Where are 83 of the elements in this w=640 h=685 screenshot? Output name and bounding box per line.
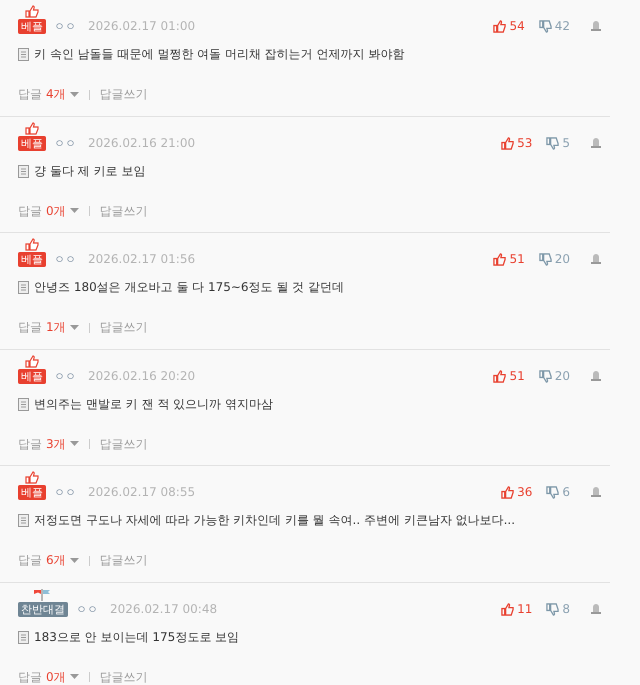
siren-icon[interactable] bbox=[590, 20, 602, 32]
dislike-button[interactable]: 6 bbox=[546, 485, 570, 500]
memo-icon bbox=[18, 164, 29, 178]
author-name[interactable]: ㅇㅇ bbox=[54, 485, 76, 500]
thumbs-up-icon bbox=[25, 238, 39, 251]
comment-text: 변의주는 맨발로 키 잰 적 있으니까 엮지마삼 bbox=[34, 396, 273, 412]
like-button[interactable]: 11 bbox=[501, 602, 532, 616]
write-reply-link[interactable]: 답글쓰기 bbox=[100, 436, 148, 452]
thumbs-down-icon bbox=[538, 370, 552, 382]
thumbs-up-icon bbox=[493, 253, 506, 266]
caret-icon bbox=[70, 441, 79, 447]
thumbs-up-icon bbox=[501, 602, 514, 616]
memo-icon bbox=[18, 630, 29, 644]
comment-date: 2026.02.16 21:00 bbox=[88, 136, 196, 150]
thumbs-up-icon bbox=[493, 20, 506, 33]
dislike-button[interactable]: 20 bbox=[538, 252, 570, 267]
dislike-button[interactable]: 8 bbox=[546, 602, 570, 616]
comment-text: 안녕즈 180설은 개오바고 둘 다 175~6정도 될 것 같던데 bbox=[34, 279, 344, 296]
thumbs-down-icon bbox=[538, 20, 552, 33]
thumbs-up-icon bbox=[501, 486, 514, 499]
author-name[interactable]: ㅇㅇ bbox=[54, 368, 76, 384]
badge-label: 찬반대결 bbox=[18, 602, 68, 616]
write-reply-link[interactable]: 답글쓰기 bbox=[100, 319, 148, 336]
siren-icon[interactable] bbox=[590, 253, 602, 265]
thumbs-down-icon bbox=[546, 136, 560, 150]
author-name[interactable]: ㅇㅇ bbox=[54, 136, 76, 150]
thumbs-up-icon bbox=[25, 122, 39, 134]
badge-label: 베플 bbox=[18, 368, 46, 384]
memo-icon bbox=[18, 398, 29, 410]
write-reply-link[interactable]: 답글쓰기 bbox=[100, 202, 148, 220]
author-name[interactable]: ㅇㅇ bbox=[54, 252, 76, 267]
badge-label: 베플 bbox=[18, 485, 46, 500]
caret-icon bbox=[70, 324, 79, 330]
memo-icon bbox=[18, 514, 29, 527]
comment-date: 2026.02.17 01:56 bbox=[88, 252, 196, 267]
comment-date: 2026.02.17 08:55 bbox=[88, 485, 196, 500]
siren-icon[interactable] bbox=[590, 370, 602, 382]
like-button[interactable]: 53 bbox=[501, 136, 532, 150]
replies-toggle[interactable]: 답글 4개 bbox=[18, 86, 79, 103]
comment-text: 183으로 안 보이는데 175정도로 보임 bbox=[34, 628, 240, 646]
thumbs-down-icon bbox=[546, 486, 560, 499]
replies-toggle[interactable]: 답글 1개 bbox=[18, 319, 79, 336]
replies-toggle[interactable]: 답글 0개 bbox=[18, 202, 79, 220]
badge-label: 베플 bbox=[18, 136, 46, 150]
like-button[interactable]: 36 bbox=[501, 485, 532, 500]
memo-icon bbox=[18, 48, 29, 61]
comment-date: 2026.02.17 00:48 bbox=[110, 602, 218, 616]
like-button[interactable]: 51 bbox=[493, 368, 525, 384]
thumbs-up-icon bbox=[493, 370, 506, 382]
siren-icon[interactable] bbox=[590, 602, 602, 614]
dislike-button[interactable]: 20 bbox=[538, 368, 570, 384]
comment-date: 2026.02.16 20:20 bbox=[88, 368, 196, 384]
thumbs-up-icon bbox=[25, 5, 39, 18]
badge-label: 베플 bbox=[18, 19, 46, 34]
like-button[interactable]: 51 bbox=[493, 252, 525, 267]
dislike-button[interactable]: 5 bbox=[546, 136, 570, 150]
write-reply-link[interactable]: 답글쓰기 bbox=[100, 668, 148, 685]
replies-toggle[interactable]: 답글 0개 bbox=[18, 668, 79, 685]
caret-icon bbox=[70, 674, 79, 680]
thumbs-up-icon bbox=[25, 471, 39, 484]
replies-toggle[interactable]: 답글 3개 bbox=[18, 436, 79, 452]
write-reply-link[interactable]: 답글쓰기 bbox=[100, 86, 148, 103]
thumbs-up-icon bbox=[501, 136, 514, 150]
memo-icon bbox=[18, 281, 29, 294]
thumbs-down-icon bbox=[546, 602, 560, 616]
comment-text: 걍 둘다 제 키로 보임 bbox=[34, 162, 146, 180]
siren-icon[interactable] bbox=[590, 136, 602, 148]
comment-text: 키 속인 남돌들 때문에 멀쩡한 여돌 머리채 잡히는거 언제까지 봐야함 bbox=[34, 46, 404, 63]
siren-icon[interactable] bbox=[590, 486, 602, 498]
replies-toggle[interactable]: 답글 6개 bbox=[18, 552, 79, 569]
author-name[interactable]: ㅇㅇ bbox=[54, 19, 76, 34]
dislike-button[interactable]: 42 bbox=[538, 19, 570, 34]
caret-icon bbox=[70, 558, 79, 564]
author-name[interactable]: ㅇㅇ bbox=[76, 602, 98, 616]
comment-date: 2026.02.17 01:00 bbox=[88, 19, 196, 34]
caret-icon bbox=[70, 92, 79, 98]
caret-icon bbox=[70, 208, 79, 214]
thumbs-down-icon bbox=[538, 253, 552, 266]
badge-label: 베플 bbox=[18, 252, 46, 267]
thumbs-up-icon bbox=[25, 354, 39, 368]
write-reply-link[interactable]: 답글쓰기 bbox=[100, 552, 148, 569]
like-button[interactable]: 54 bbox=[493, 19, 525, 34]
comment-text: 저정도면 구도나 자세에 따라 가능한 키차인데 키를 뭘 속여.. 주변에 키큰남자 없나보다... bbox=[34, 512, 516, 529]
